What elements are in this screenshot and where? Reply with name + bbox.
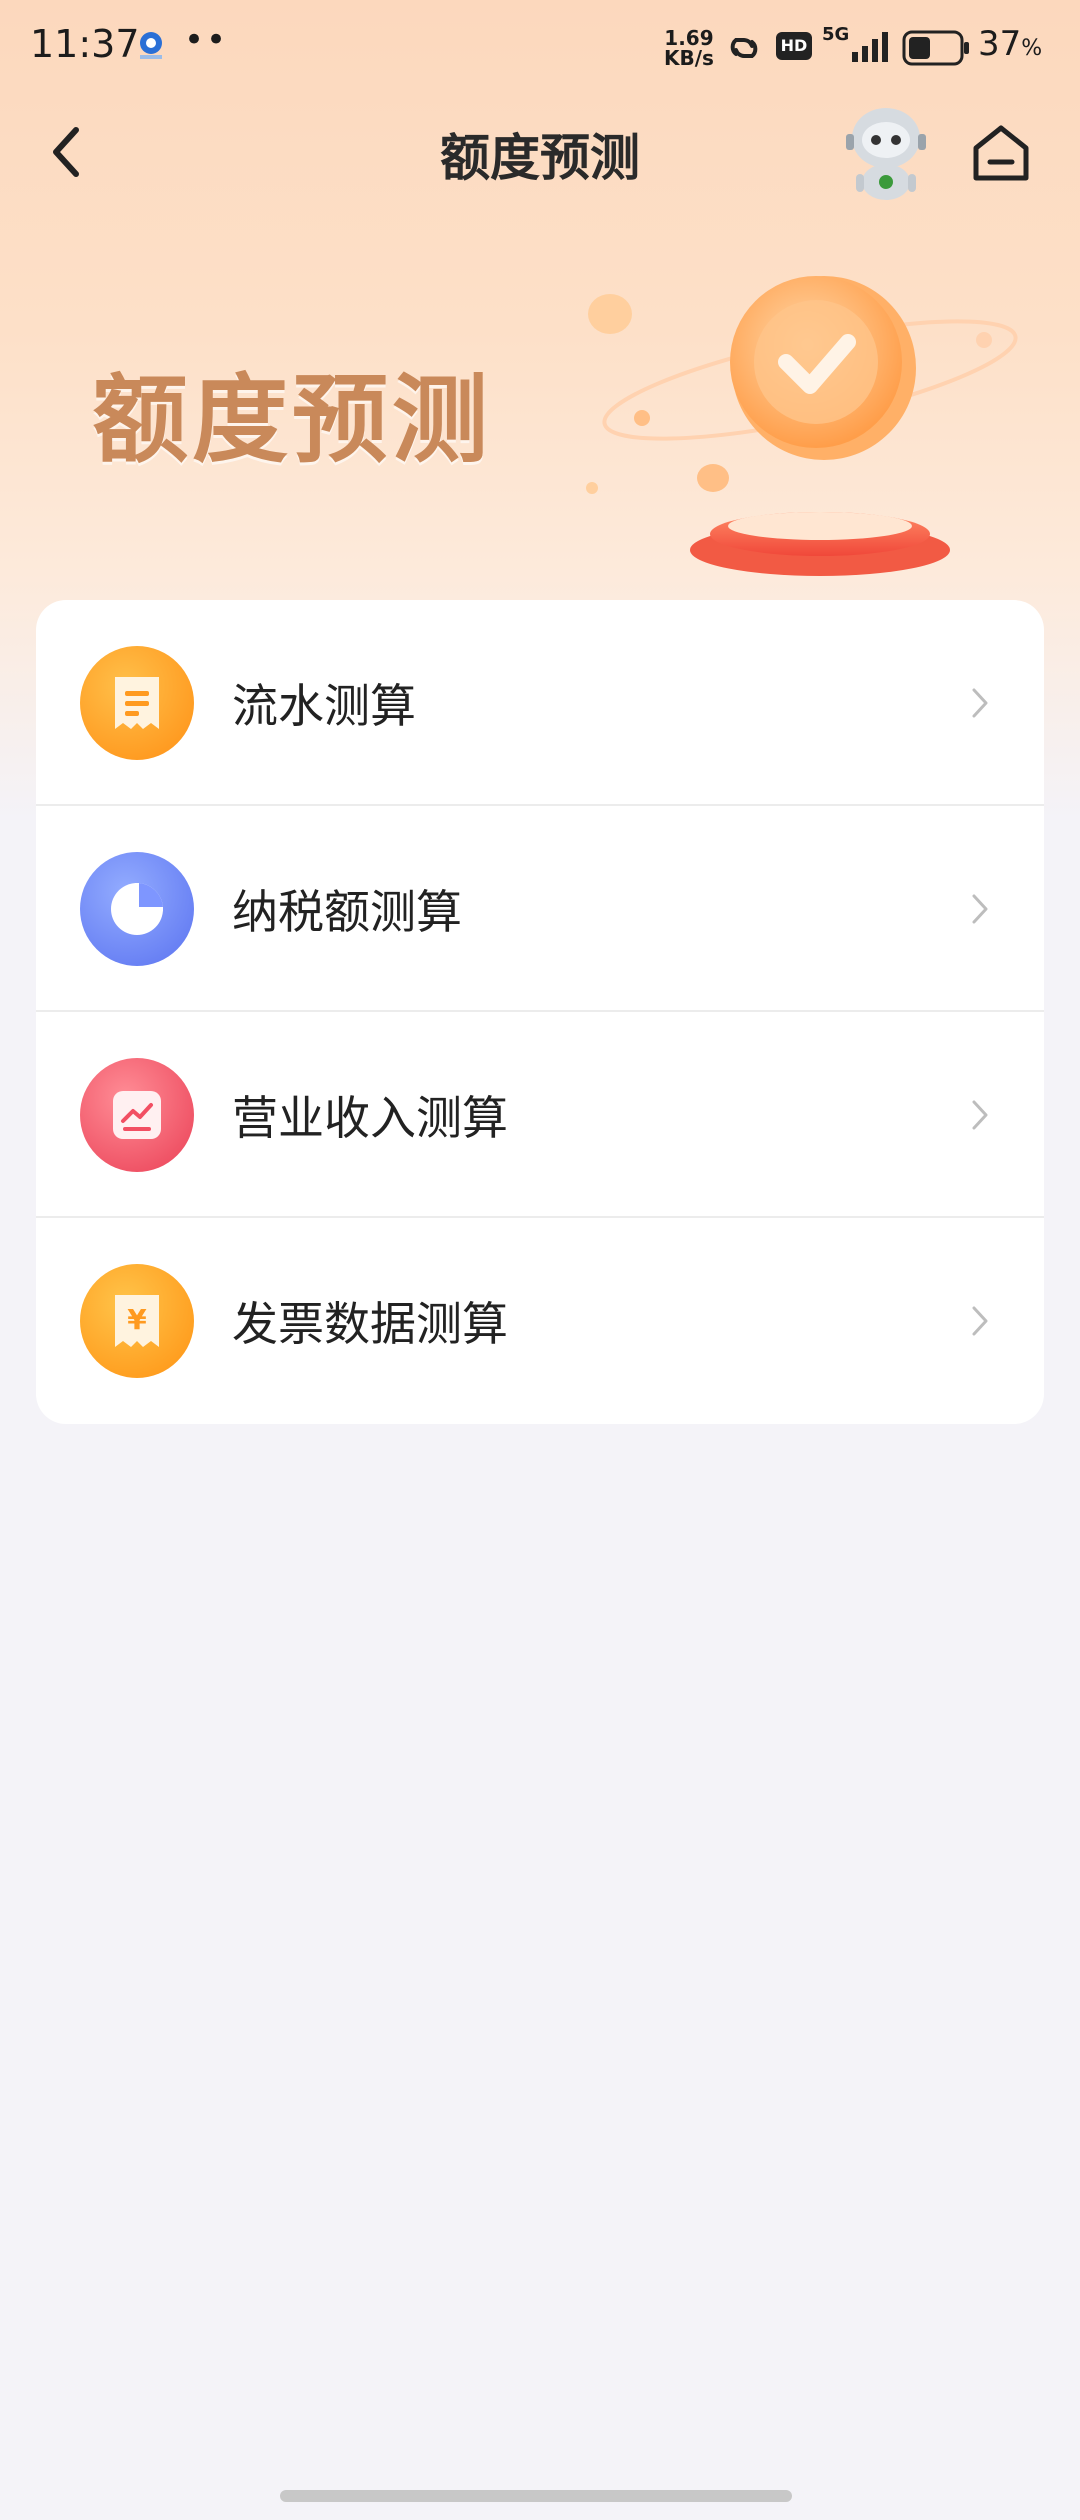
chevron-right-icon (972, 894, 988, 924)
app-notification-icon (136, 30, 166, 60)
banner-title: 额度预测 (92, 364, 492, 476)
battery-percent: 37% (978, 24, 1043, 64)
trend-chart-icon (80, 1058, 194, 1172)
menu-item-label: 营业收入测算 (232, 1091, 508, 1145)
hd-icon: HD (776, 32, 812, 60)
net-speed-unit: KB/s (664, 46, 714, 70)
status-more-dots: •• (184, 20, 229, 60)
net-speed: 1.69 KB/s (664, 28, 714, 68)
invoice-yuan-icon: ¥ (80, 1264, 194, 1378)
link-icon (722, 28, 766, 72)
status-bar: 11:37 •• 1.69 KB/s HD 5G 37% (0, 0, 1080, 96)
nav-bar: 额度预测 (0, 100, 1080, 204)
menu-item-business-revenue[interactable]: 营业收入测算 (36, 1012, 1044, 1218)
chevron-right-icon (972, 1100, 988, 1130)
receipt-icon (80, 646, 194, 760)
home-indicator[interactable] (280, 2490, 792, 2502)
menu-item-label: 流水测算 (232, 679, 416, 733)
menu-item-invoice-data[interactable]: ¥ 发票数据测算 (36, 1218, 1044, 1424)
menu-item-label: 纳税额测算 (232, 885, 462, 939)
signal-icon (846, 30, 892, 68)
chevron-right-icon (972, 1306, 988, 1336)
pie-chart-icon (80, 852, 194, 966)
home-icon (973, 125, 1029, 181)
calculation-menu: 流水测算 纳税额测算 营业收入测算 ¥ 发票数据测算 (36, 600, 1044, 1424)
menu-item-label: 发票数据测算 (232, 1297, 508, 1351)
chevron-right-icon (972, 688, 988, 718)
battery-icon (902, 30, 972, 70)
status-time: 11:37 (30, 22, 140, 66)
home-button[interactable] (966, 118, 1036, 188)
menu-item-cash-flow[interactable]: 流水测算 (36, 600, 1044, 806)
coin-check-illustration (580, 250, 1020, 590)
svg-text:¥: ¥ (127, 1303, 147, 1336)
robot-assistant-icon[interactable] (838, 100, 934, 204)
menu-item-tax-amount[interactable]: 纳税额测算 (36, 806, 1044, 1012)
